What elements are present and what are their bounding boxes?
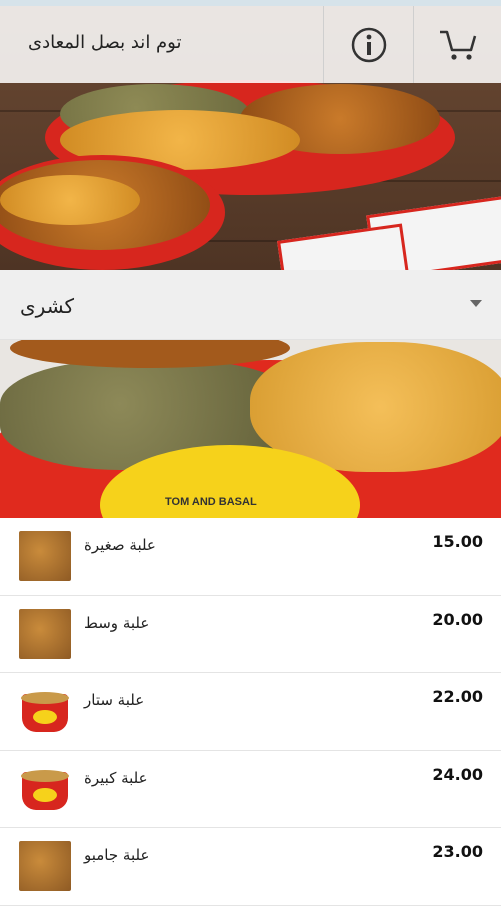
category-name: كشرى — [20, 294, 75, 318]
product-price: 22.00 — [432, 687, 483, 707]
list-item[interactable]: علبة وسط 20.00 — [0, 596, 501, 674]
category-image: TOM AND BASAL — [0, 340, 501, 518]
product-price: 23.00 — [432, 842, 483, 862]
product-name: علبة كبيرة — [84, 768, 148, 787]
product-name: علبة جامبو — [84, 846, 150, 865]
list-item[interactable]: علبة ستار 22.00 — [0, 673, 501, 751]
product-price: 15.00 — [432, 532, 483, 551]
restaurant-title: توم اند بصل المعادى — [28, 32, 182, 53]
info-icon — [351, 27, 387, 62]
product-thumbnail — [19, 531, 71, 581]
product-name: علبة ستار — [84, 691, 145, 710]
product-list: علبة صغيرة 15.00 علبة وسط 20.00 علبة ستا… — [0, 518, 501, 906]
bowl-chickpeas — [0, 175, 140, 225]
packet-image — [277, 223, 409, 270]
product-name: علبة وسط — [84, 613, 150, 632]
brand-text: TOM AND BASAL — [165, 496, 257, 508]
list-item[interactable]: علبة جامبو 23.00 — [0, 828, 501, 906]
product-price: 20.00 — [432, 609, 483, 629]
product-price: 24.00 — [432, 764, 483, 784]
chevron-down-icon — [470, 300, 482, 307]
list-item[interactable]: علبة صغيرة 15.00 — [0, 518, 501, 596]
app-header: توم اند بصل المعادى — [0, 0, 501, 83]
info-button[interactable] — [324, 6, 414, 83]
category-selector[interactable]: كشرى — [0, 270, 501, 340]
product-thumbnail — [19, 841, 71, 892]
product-thumbnail — [19, 686, 71, 737]
list-item[interactable]: علبة كبيرة 24.00 — [0, 751, 501, 829]
product-thumbnail — [19, 608, 71, 659]
cart-icon — [439, 30, 476, 60]
product-thumbnail — [19, 763, 71, 814]
cart-button[interactable] — [414, 6, 501, 83]
product-name: علبة صغيرة — [84, 536, 156, 554]
